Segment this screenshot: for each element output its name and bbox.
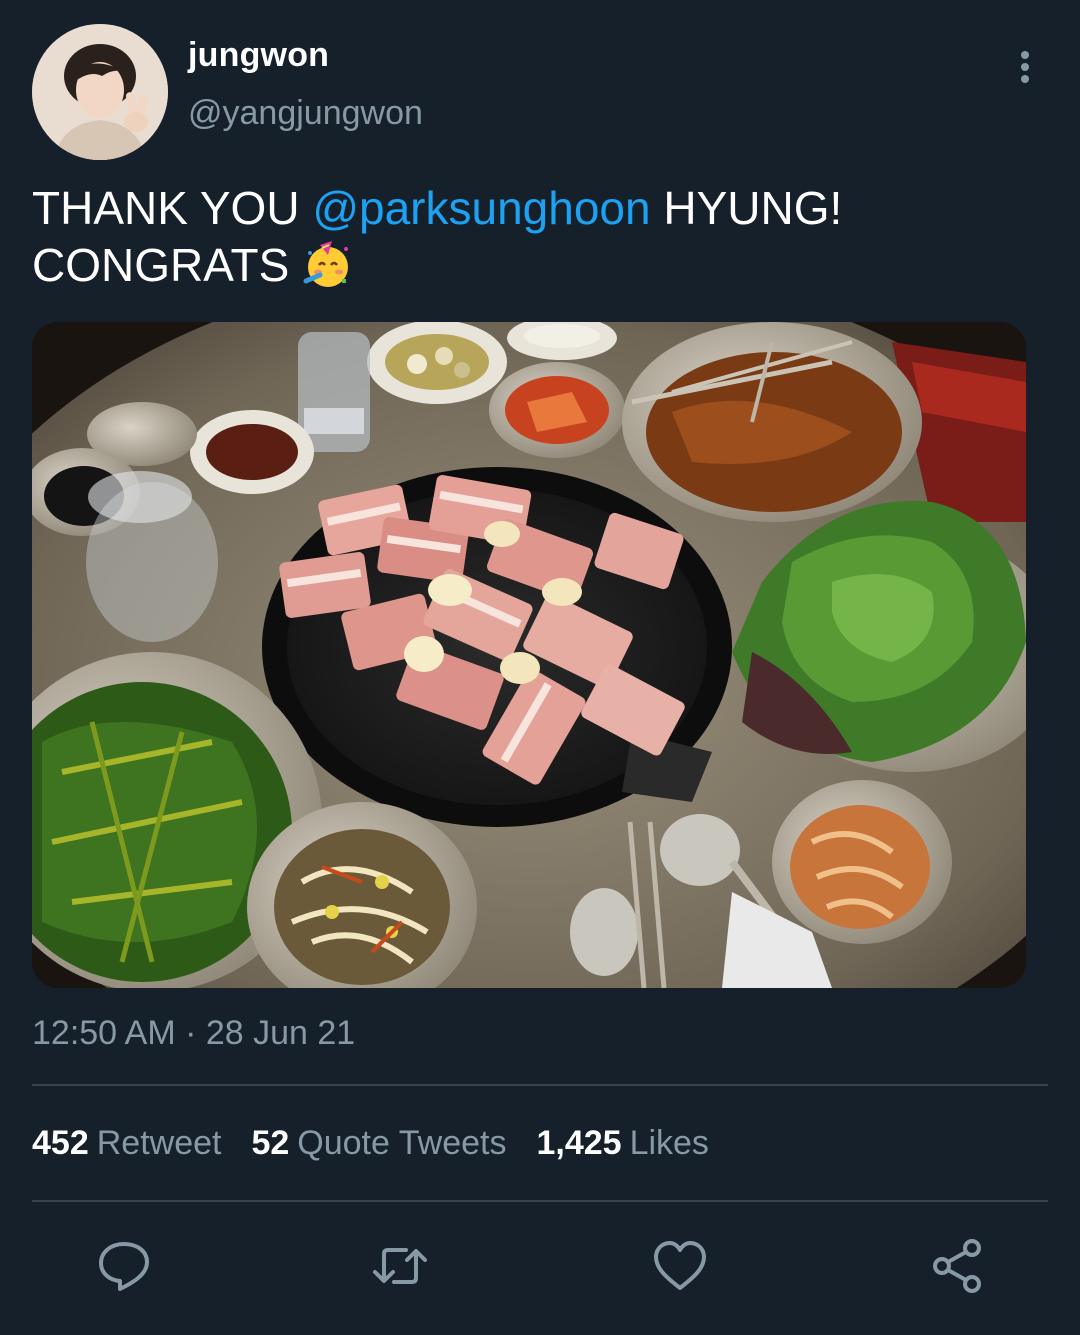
tweet-text-part1: THANK YOU [32,182,313,234]
share-icon[interactable] [930,1238,986,1294]
tweet-text: THANK YOU @parksunghoon HYUNG! CONGRATS [32,180,1042,302]
more-vertical-icon[interactable] [1008,50,1042,88]
avatar-photo [32,24,168,160]
tweet-stats: 452 Retweet 52 Quote Tweets 1,425 Likes [32,1124,739,1163]
avatar[interactable] [32,24,168,160]
retweet-icon[interactable] [372,1238,428,1294]
mention-link[interactable]: @parksunghoon [312,182,650,234]
tweet-text-line2: CONGRATS [32,239,303,291]
reply-icon[interactable] [96,1238,152,1294]
likes-label: Likes [629,1124,709,1162]
likes-stat[interactable]: 1,425 Likes [536,1124,708,1163]
retweets-label: Retweet [96,1124,222,1162]
quotes-label: Quote Tweets [297,1124,507,1162]
tweet-text-part2: HYUNG! [650,182,843,234]
quotes-count: 52 [251,1124,290,1162]
divider [32,1200,1048,1202]
retweets-stat[interactable]: 452 Retweet [32,1124,221,1163]
likes-count: 1,425 [536,1124,622,1162]
author-handle[interactable]: @yangjungwon [188,94,423,133]
quotes-stat[interactable]: 52 Quote Tweets [251,1124,506,1163]
retweets-count: 452 [32,1124,89,1162]
divider [32,1084,1048,1086]
heart-icon[interactable] [652,1238,708,1294]
partying-face-icon [302,239,352,302]
author-display-name[interactable]: jungwon [188,36,329,75]
tweet-timestamp[interactable]: 12:50 AM · 28 Jun 21 [32,1014,355,1053]
bbq-food-photo [32,322,1026,988]
tweet-media-image[interactable] [32,322,1026,988]
